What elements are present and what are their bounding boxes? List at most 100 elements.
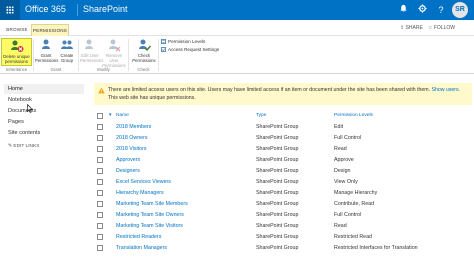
table-row: Hierarchy Managers SharePoint Group Mana… — [94, 188, 472, 199]
suite-divider — [77, 4, 78, 16]
create-group-label: Create Group — [60, 53, 74, 63]
avatar[interactable]: SR — [452, 2, 468, 18]
tab-permissions[interactable]: PERMISSIONS — [31, 24, 69, 36]
group-name-link[interactable]: Excel Services Viewers — [116, 177, 171, 187]
column-header-permission-levels[interactable]: Permission Levels — [334, 111, 373, 121]
group-name-link[interactable]: Approvers — [116, 155, 140, 165]
group-name-link[interactable]: Translation Managers — [116, 243, 167, 253]
row-checkbox[interactable] — [97, 212, 103, 218]
edit-user-permissions-button[interactable]: Edit User Permissions — [80, 38, 104, 63]
app-launcher-button[interactable] — [0, 0, 20, 20]
row-checkbox[interactable] — [97, 201, 103, 207]
permission-levels-button[interactable]: Permission Levels — [161, 39, 205, 44]
permission-level: Restricted Interfaces for Translation — [334, 245, 418, 251]
row-checkbox[interactable] — [97, 157, 103, 163]
row-checkbox[interactable] — [97, 234, 103, 240]
access-request-label: Access Request Settings — [168, 47, 220, 52]
access-request-settings-button[interactable]: Access Request Settings — [161, 47, 219, 52]
delete-unique-permissions-button[interactable]: Delete unique permissions — [1, 38, 32, 66]
permission-level: Manage Hierarchy — [334, 190, 378, 196]
delete-permissions-icon — [10, 40, 23, 52]
follow-button[interactable]: ☆ FOLLOW — [428, 25, 455, 31]
row-checkbox[interactable] — [97, 135, 103, 141]
group-name-link[interactable]: Marketing Team Site Owners — [116, 210, 184, 220]
remove-user-icon — [109, 39, 121, 52]
table-row: Restricted Readers SharePoint Group Rest… — [94, 232, 472, 243]
suite-bar: Office 365 SharePoint ? SR — [0, 0, 474, 20]
row-checkbox[interactable] — [97, 179, 103, 185]
group-type: SharePoint Group — [256, 124, 299, 130]
nav-item-home[interactable]: Home — [4, 84, 84, 94]
group-label-modify: Modify — [97, 67, 110, 72]
edit-user-label: Edit User Permissions — [80, 53, 104, 63]
group-label-check: Check — [137, 67, 150, 72]
table-row: 2018 Visitors SharePoint Group Read — [94, 144, 472, 155]
nav-item-site-contents[interactable]: Site contents — [4, 128, 84, 138]
check-permissions-button[interactable]: Check Permissions — [132, 38, 156, 63]
group-type: SharePoint Group — [256, 135, 299, 141]
check-permissions-icon — [139, 39, 151, 52]
create-group-button[interactable]: Create Group — [58, 38, 76, 63]
select-all-checkbox[interactable] — [97, 113, 103, 119]
table-row: 2018 Members SharePoint Group Edit — [94, 122, 472, 133]
group-separator — [158, 39, 159, 71]
permission-level: Read — [334, 146, 347, 152]
column-header-name[interactable]: Name — [116, 111, 129, 121]
warning-line-1: There are limited access users on this s… — [108, 87, 431, 93]
edit-user-icon — [85, 39, 93, 49]
group-name-link[interactable]: Restricted Readers — [116, 232, 161, 242]
group-name-link[interactable]: 2018 Visitors — [116, 144, 147, 154]
create-group-icon — [61, 40, 73, 49]
sharepoint-title[interactable]: SharePoint — [83, 4, 128, 14]
group-name-link[interactable]: Marketing Team Site Visitors — [116, 221, 183, 231]
table-row: 2018 Owners SharePoint Group Full Contro… — [94, 133, 472, 144]
remove-user-label: Remove User Permissions — [102, 53, 126, 68]
permission-level: Restricted Read — [334, 234, 372, 240]
group-name-link[interactable]: Marketing Team Site Members — [116, 199, 188, 209]
permission-levels-label: Permission Levels — [168, 39, 206, 44]
share-label: SHARE — [405, 25, 423, 31]
row-checkbox[interactable] — [97, 146, 103, 152]
table-row: Marketing Team Site Owners SharePoint Gr… — [94, 210, 472, 221]
nav-item-notebook[interactable]: Notebook — [4, 95, 84, 105]
show-users-link[interactable]: Show users. — [432, 87, 461, 93]
remove-user-permissions-button[interactable]: Remove User Permissions — [102, 38, 126, 68]
row-checkbox[interactable] — [97, 168, 103, 174]
row-checkbox[interactable] — [97, 223, 103, 229]
row-checkbox[interactable] — [97, 190, 103, 196]
help-icon[interactable]: ? — [434, 3, 448, 17]
nav-item-documents[interactable]: Documents — [4, 106, 84, 116]
group-name-link[interactable]: 2018 Members — [116, 122, 151, 132]
group-type: SharePoint Group — [256, 190, 299, 196]
permission-level: Full Control — [334, 135, 362, 141]
share-button[interactable]: ⇪ SHARE — [400, 25, 423, 31]
bell-icon[interactable] — [396, 3, 410, 17]
pencil-icon: ✎ — [8, 144, 13, 149]
table-row: Marketing Team Site Members SharePoint G… — [94, 199, 472, 210]
follow-label: FOLLOW — [433, 25, 455, 31]
grant-permissions-icon — [42, 39, 50, 49]
group-type: SharePoint Group — [256, 157, 299, 163]
tab-browse[interactable]: BROWSE — [4, 24, 30, 36]
column-header-type[interactable]: Type — [256, 111, 266, 121]
group-name-link[interactable]: 2018 Owners — [116, 133, 148, 143]
unique-permissions-note: This web site has unique permissions. — [108, 95, 196, 101]
group-type: SharePoint Group — [256, 234, 299, 240]
grant-permissions-button[interactable]: Grant Permissions — [35, 38, 59, 63]
gear-icon[interactable] — [415, 3, 429, 17]
edit-links-button[interactable]: ✎ EDIT LINKS — [4, 142, 84, 152]
table-header: ▾ Name Type Permission Levels — [94, 111, 472, 121]
office365-title[interactable]: Office 365 — [25, 4, 66, 14]
nav-item-pages[interactable]: Pages — [4, 117, 84, 127]
row-checkbox[interactable] — [97, 124, 103, 130]
group-type: SharePoint Group — [256, 245, 299, 251]
grant-label: Grant Permissions — [35, 53, 59, 63]
row-checkbox[interactable] — [97, 245, 103, 251]
table-row: Excel Services Viewers SharePoint Group … — [94, 177, 472, 188]
group-type: SharePoint Group — [256, 168, 299, 174]
group-name-link[interactable]: Hierarchy Managers — [116, 188, 164, 198]
group-label-inheritance: Inheritance — [5, 67, 28, 72]
group-name-link[interactable]: Designers — [116, 166, 140, 176]
check-label: Check Permissions — [132, 53, 156, 63]
access-request-icon — [161, 47, 166, 52]
